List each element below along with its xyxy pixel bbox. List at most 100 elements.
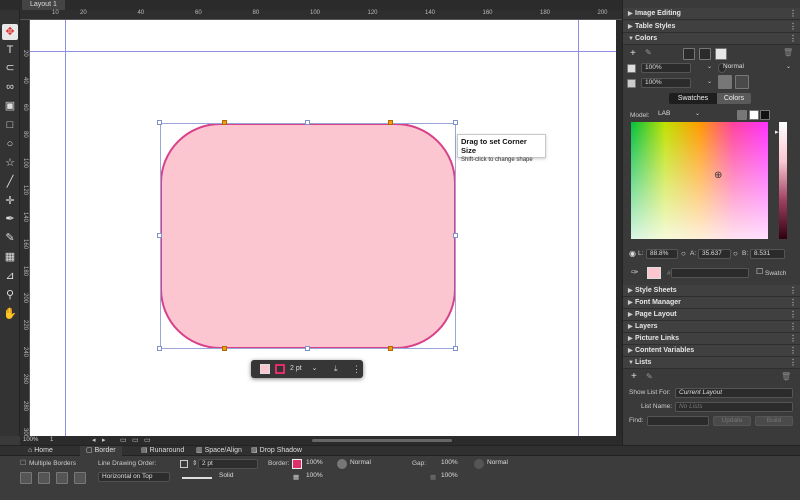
border-side-icon[interactable] (38, 472, 50, 484)
build-button[interactable]: Build (755, 416, 793, 426)
find-field[interactable] (647, 416, 709, 426)
line-order-select[interactable]: Horizontal on Top (98, 472, 170, 482)
resize-handle-top-right[interactable] (453, 120, 458, 125)
section-content-variables[interactable]: ▶ Content Variables ⋮ (623, 345, 800, 357)
more-options-icon[interactable]: ⋮ (789, 309, 797, 321)
gap-opacity-field[interactable]: 100% (438, 459, 468, 469)
corner-handle[interactable] (222, 120, 227, 125)
tab-swatches[interactable]: Swatches (669, 93, 717, 104)
opacity-field-2[interactable]: 100% (641, 78, 691, 88)
link-icon[interactable]: ∞ (2, 79, 18, 95)
list-name-select[interactable]: No Lists (675, 402, 793, 412)
tab-layout-1[interactable]: Layout 1 (22, 0, 65, 10)
crosshair-icon[interactable]: ✛ (2, 193, 18, 209)
section-lists[interactable]: ▼Lists ⋮ (623, 357, 800, 369)
layout-canvas[interactable]: Drag to set Corner Size Shift-click to c… (30, 20, 616, 436)
more-options-icon[interactable]: ⋮ (789, 321, 797, 333)
swatch-checkbox[interactable]: ☐ (756, 267, 763, 276)
border-side-icon[interactable] (20, 472, 32, 484)
l-field[interactable]: 88.8% (646, 249, 678, 259)
corner-handle[interactable] (222, 346, 227, 351)
border-width-field[interactable]: 2 pt ⌄ (290, 364, 328, 374)
gradient-radial-icon[interactable] (735, 75, 749, 89)
section-table-styles[interactable]: ▶ Table Styles ⋮ (623, 21, 800, 33)
picture-icon[interactable]: ▣ (2, 98, 18, 114)
view-icon[interactable]: ▭ (120, 436, 127, 444)
page-prev-icon[interactable]: ◂ (92, 436, 96, 444)
black-icon[interactable] (760, 110, 770, 120)
gradient-linear-icon[interactable] (718, 75, 732, 89)
tab-border[interactable]: ▢ Border (80, 446, 122, 456)
border-width-field[interactable]: 2 pt (198, 459, 258, 469)
border-side-icon[interactable] (56, 472, 68, 484)
chevron-down-icon[interactable]: ⌄ (707, 78, 712, 85)
section-style-sheets[interactable]: ▶ Style Sheets ⋮ (623, 285, 800, 297)
move-icon[interactable]: ✥ (2, 24, 18, 40)
pen-icon[interactable]: ✒ (2, 211, 18, 227)
edit-color-icon[interactable]: ✎ (645, 48, 652, 57)
more-options-icon[interactable]: ⋮ (789, 21, 797, 33)
view-icon[interactable]: ▭ (132, 436, 139, 444)
blend-icon[interactable] (337, 459, 347, 469)
more-options-icon[interactable]: ⋮ (352, 363, 361, 375)
section-font-manager[interactable]: ▶ Font Manager ⋮ (623, 297, 800, 309)
white-icon[interactable] (749, 110, 759, 120)
more-options-icon[interactable]: ⋮ (789, 345, 797, 357)
oval-icon[interactable]: ○ (2, 136, 18, 152)
add-list-icon[interactable]: + (631, 371, 637, 382)
opacity-field[interactable]: 100% (641, 63, 691, 73)
border-color-swatch[interactable] (292, 459, 302, 469)
eyedropper-icon[interactable]: ⊿ (2, 268, 18, 284)
pencil-icon[interactable]: ✎ (2, 230, 18, 246)
multiple-borders-checkbox[interactable]: ☐ (20, 459, 26, 467)
text-color-icon[interactable] (715, 48, 727, 60)
section-layers[interactable]: ▶ Layers ⋮ (623, 321, 800, 333)
gamut-icon[interactable] (737, 110, 747, 120)
view-icon[interactable]: ▭ (144, 436, 151, 444)
border-side-icon[interactable] (74, 472, 86, 484)
color-picker-field[interactable]: ⊕ (631, 122, 768, 239)
gap-opacity-field-2[interactable]: 100% (438, 472, 468, 482)
pattern-icon[interactable]: ▦ (293, 473, 299, 481)
resize-handle-top-left[interactable] (157, 120, 162, 125)
resize-handle-top[interactable] (305, 120, 310, 125)
border-opacity-field-2[interactable]: 100% (303, 472, 333, 482)
tab-home[interactable]: ⌂ Home (22, 446, 59, 456)
section-page-layout[interactable]: ▶ Page Layout ⋮ (623, 309, 800, 321)
tab-drop-shadow[interactable]: ▨ Drop Shadow (245, 446, 308, 456)
hex-field[interactable] (671, 268, 749, 278)
a-field[interactable]: 35.637 (698, 249, 731, 259)
chevron-down-icon[interactable]: ⌄ (695, 110, 700, 117)
stepper-icon[interactable]: ⇕ (192, 459, 197, 467)
blend-mode-select[interactable]: Normal (720, 63, 793, 73)
line-icon[interactable]: ╱ (2, 174, 18, 190)
border-color-swatch[interactable] (275, 364, 285, 374)
more-options-icon[interactable]: ⋮ (789, 33, 797, 45)
page-number[interactable]: 1 (50, 437, 53, 443)
radio-l[interactable]: ◉ (629, 249, 636, 258)
more-options-icon[interactable]: ⋮ (789, 357, 797, 369)
show-list-select[interactable]: Current Layout (675, 388, 793, 398)
zoom-icon[interactable]: ⚲ (2, 287, 18, 303)
line-style-select[interactable]: Solid (216, 472, 262, 482)
resize-handle-left[interactable] (157, 233, 162, 238)
color-picker-target-icon[interactable]: ⊕ (714, 170, 722, 181)
radio-a[interactable]: ○ (681, 249, 686, 258)
chevron-down-icon[interactable]: ⌄ (786, 63, 791, 70)
section-picture-links[interactable]: ▶ Picture Links ⋮ (623, 333, 800, 345)
page-next-icon[interactable]: ▸ (102, 436, 106, 444)
eyedropper-icon[interactable]: ✑ (631, 267, 639, 278)
section-colors[interactable]: ▼Colors ⋮ (623, 33, 800, 45)
update-button[interactable]: Update (713, 416, 751, 426)
star-icon[interactable]: ☆ (2, 155, 18, 171)
edit-list-icon[interactable]: ✎ (646, 372, 653, 381)
delete-color-icon[interactable]: 🗑 (783, 48, 793, 57)
frame-color-icon[interactable] (683, 48, 695, 60)
gap-blend-select[interactable]: Normal (484, 459, 542, 469)
border-blend-select[interactable]: Normal (347, 459, 405, 469)
resize-handle-bottom[interactable] (305, 346, 310, 351)
corner-handle[interactable] (388, 120, 393, 125)
zoom-level[interactable]: 100% (23, 437, 38, 443)
slider-thumb-icon[interactable]: ▸◂ (775, 128, 782, 136)
horizontal-scrollbar[interactable] (312, 439, 452, 442)
